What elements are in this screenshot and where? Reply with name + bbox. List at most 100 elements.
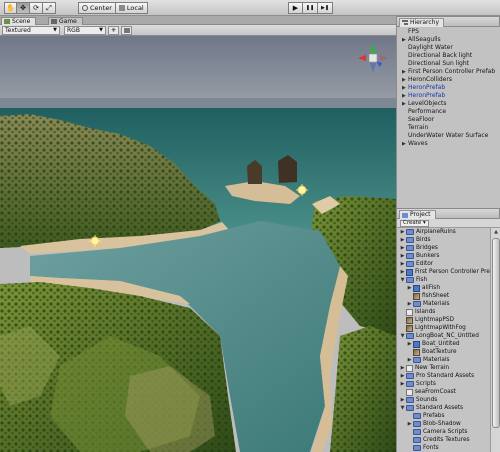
chevron-right-icon[interactable]: ▶	[399, 380, 406, 388]
list-item[interactable]: Prefabs	[413, 412, 445, 420]
tab-hierarchy[interactable]: Hierarchy	[399, 18, 445, 27]
list-item[interactable]: ▶ Birds	[399, 236, 431, 244]
list-item[interactable]: ▼ Fish	[399, 276, 427, 284]
chevron-right-icon[interactable]: ▶	[406, 420, 413, 428]
chevron-right-icon[interactable]: ▶	[406, 340, 413, 348]
list-item[interactable]: Fonts	[413, 444, 439, 452]
folder-icon	[406, 333, 414, 339]
transform-tools: ✋ ✥ ⟳ ⤢	[4, 2, 56, 14]
project-scrollbar[interactable]: ▲	[490, 228, 500, 452]
list-item[interactable]: ▶ LevelObjects	[402, 100, 447, 108]
tab-scene[interactable]: Scene	[1, 17, 37, 25]
list-item[interactable]: Performance	[408, 108, 446, 116]
list-item[interactable]: Credits Textures	[413, 436, 470, 444]
list-item[interactable]: ▶ AirplaneRuins	[399, 228, 456, 236]
rotate-tool-button[interactable]: ⟳	[30, 2, 43, 14]
list-item[interactable]: ▶ Bunkers	[399, 252, 439, 260]
render-mode-dropdown[interactable]: RGB ▼	[64, 26, 106, 35]
move-tool-button[interactable]: ✥	[17, 2, 30, 14]
list-item-label: Directional Sun light	[408, 60, 469, 67]
list-item[interactable]: ▶ HeronColliders	[402, 76, 452, 84]
list-item[interactable]: BoatTexture	[413, 348, 457, 356]
chevron-right-icon[interactable]: ▶	[399, 252, 406, 260]
list-item[interactable]: FPS	[408, 28, 419, 36]
texture-icon	[413, 292, 420, 300]
create-dropdown[interactable]: Create ▾	[400, 220, 429, 227]
list-item[interactable]: fishSheet	[413, 292, 449, 300]
chevron-right-icon[interactable]: ▶	[399, 364, 406, 372]
chevron-right-icon[interactable]: ▶	[399, 260, 406, 268]
chevron-right-icon[interactable]: ▶	[406, 300, 413, 308]
chevron-right-icon[interactable]: ▶	[399, 244, 406, 252]
list-item[interactable]: LightmapWithFog	[406, 324, 466, 332]
chevron-right-icon[interactable]: ▶	[399, 236, 406, 244]
folder-icon	[413, 437, 421, 443]
list-item[interactable]: ▶ First Person Controller Prefab	[399, 268, 492, 276]
tab-game[interactable]: Game	[48, 17, 83, 25]
folder-icon	[406, 405, 414, 411]
list-item-label: Islands	[415, 309, 436, 315]
list-item-label: allFish	[422, 285, 440, 291]
list-item[interactable]: ▶ HeronPrefab	[402, 84, 445, 92]
list-item[interactable]: seaFromCoast	[406, 388, 456, 396]
list-item[interactable]: ▶ Bridges	[399, 244, 438, 252]
scene-lighting-toggle[interactable]: ✳	[108, 26, 119, 35]
list-item[interactable]: ▶ allFish	[406, 284, 440, 292]
list-item[interactable]: ▶ Boat_Untited	[406, 340, 460, 348]
list-item[interactable]: ▶ New Terrain	[399, 364, 449, 372]
play-button[interactable]: ▶	[288, 2, 303, 14]
prefab-icon	[413, 284, 420, 292]
scroll-up-icon[interactable]: ▲	[492, 229, 500, 236]
chevron-right-icon[interactable]: ▶	[406, 284, 413, 292]
list-item[interactable]: ▶ HeronPrefab	[402, 92, 445, 100]
folder-icon	[413, 421, 421, 427]
list-item[interactable]: Directional Sun light	[408, 60, 469, 68]
chevron-right-icon[interactable]: ▶	[399, 396, 406, 404]
tab-project[interactable]: Project	[399, 210, 436, 219]
orientation-gizmo[interactable]	[354, 41, 392, 75]
list-item[interactable]: UnderWater Water Surface	[408, 132, 488, 140]
list-item[interactable]: ▶ Scripts	[399, 380, 436, 388]
scale-tool-button[interactable]: ⤢	[43, 2, 56, 14]
chevron-right-icon[interactable]: ▶	[399, 268, 406, 276]
list-item[interactable]: ▶ Blob-Shadow	[406, 420, 461, 428]
hand-tool-button[interactable]: ✋	[4, 2, 17, 14]
chevron-down-icon[interactable]: ▼	[399, 276, 406, 284]
list-item[interactable]: Directional Back light	[408, 52, 472, 60]
list-item[interactable]: ▶ Materials	[406, 300, 450, 308]
list-item[interactable]: Camera Scripts	[413, 428, 467, 436]
folder-icon	[406, 237, 414, 243]
list-item[interactable]: ▶ First Person Controller Prefab	[402, 68, 495, 76]
step-button[interactable]: ▶❚	[318, 2, 333, 14]
chevron-down-icon[interactable]: ▼	[399, 404, 406, 412]
pivot-center-toggle[interactable]: Center	[78, 2, 116, 14]
chevron-right-icon[interactable]: ▶	[406, 356, 413, 364]
list-item[interactable]: SeaFloor	[408, 116, 434, 124]
list-item[interactable]: ▶ AllSeagulls	[402, 36, 441, 44]
list-item[interactable]: Terrain	[408, 124, 428, 132]
list-item[interactable]: ▶ Waves	[402, 140, 428, 148]
list-item[interactable]: Daylight Water	[408, 44, 453, 52]
list-item[interactable]: ▶ Pro Standard Assets	[399, 372, 474, 380]
scene-overlay-toggle[interactable]	[121, 26, 132, 35]
list-item[interactable]: ▼ LongBoat_NC_Untited	[399, 332, 479, 340]
draw-mode-dropdown[interactable]: Textured ▼	[2, 26, 60, 35]
chevron-down-icon[interactable]: ▼	[399, 332, 406, 340]
scrollbar-thumb[interactable]	[492, 238, 500, 428]
chevron-right-icon[interactable]: ▶	[399, 372, 406, 380]
list-item[interactable]: ▼ Standard Assets	[399, 404, 463, 412]
project-icon	[402, 213, 408, 218]
list-item[interactable]: ▶ Editor	[399, 260, 433, 268]
folder-icon	[406, 253, 414, 259]
pause-button[interactable]: ❚❚	[303, 2, 318, 14]
chevron-right-icon[interactable]: ▶	[399, 228, 406, 236]
list-item[interactable]: ▶ Materials	[406, 356, 450, 364]
list-item-label: New Terrain	[415, 365, 450, 371]
scene-viewport[interactable]	[0, 36, 396, 452]
list-item[interactable]: LightmapPSD	[406, 316, 454, 324]
folder-icon	[406, 261, 414, 267]
list-item-label: Credits Textures	[423, 437, 470, 443]
pivot-local-toggle[interactable]: Local	[115, 2, 148, 14]
list-item[interactable]: ▶ Sounds	[399, 396, 437, 404]
list-item[interactable]: Islands	[406, 308, 435, 316]
